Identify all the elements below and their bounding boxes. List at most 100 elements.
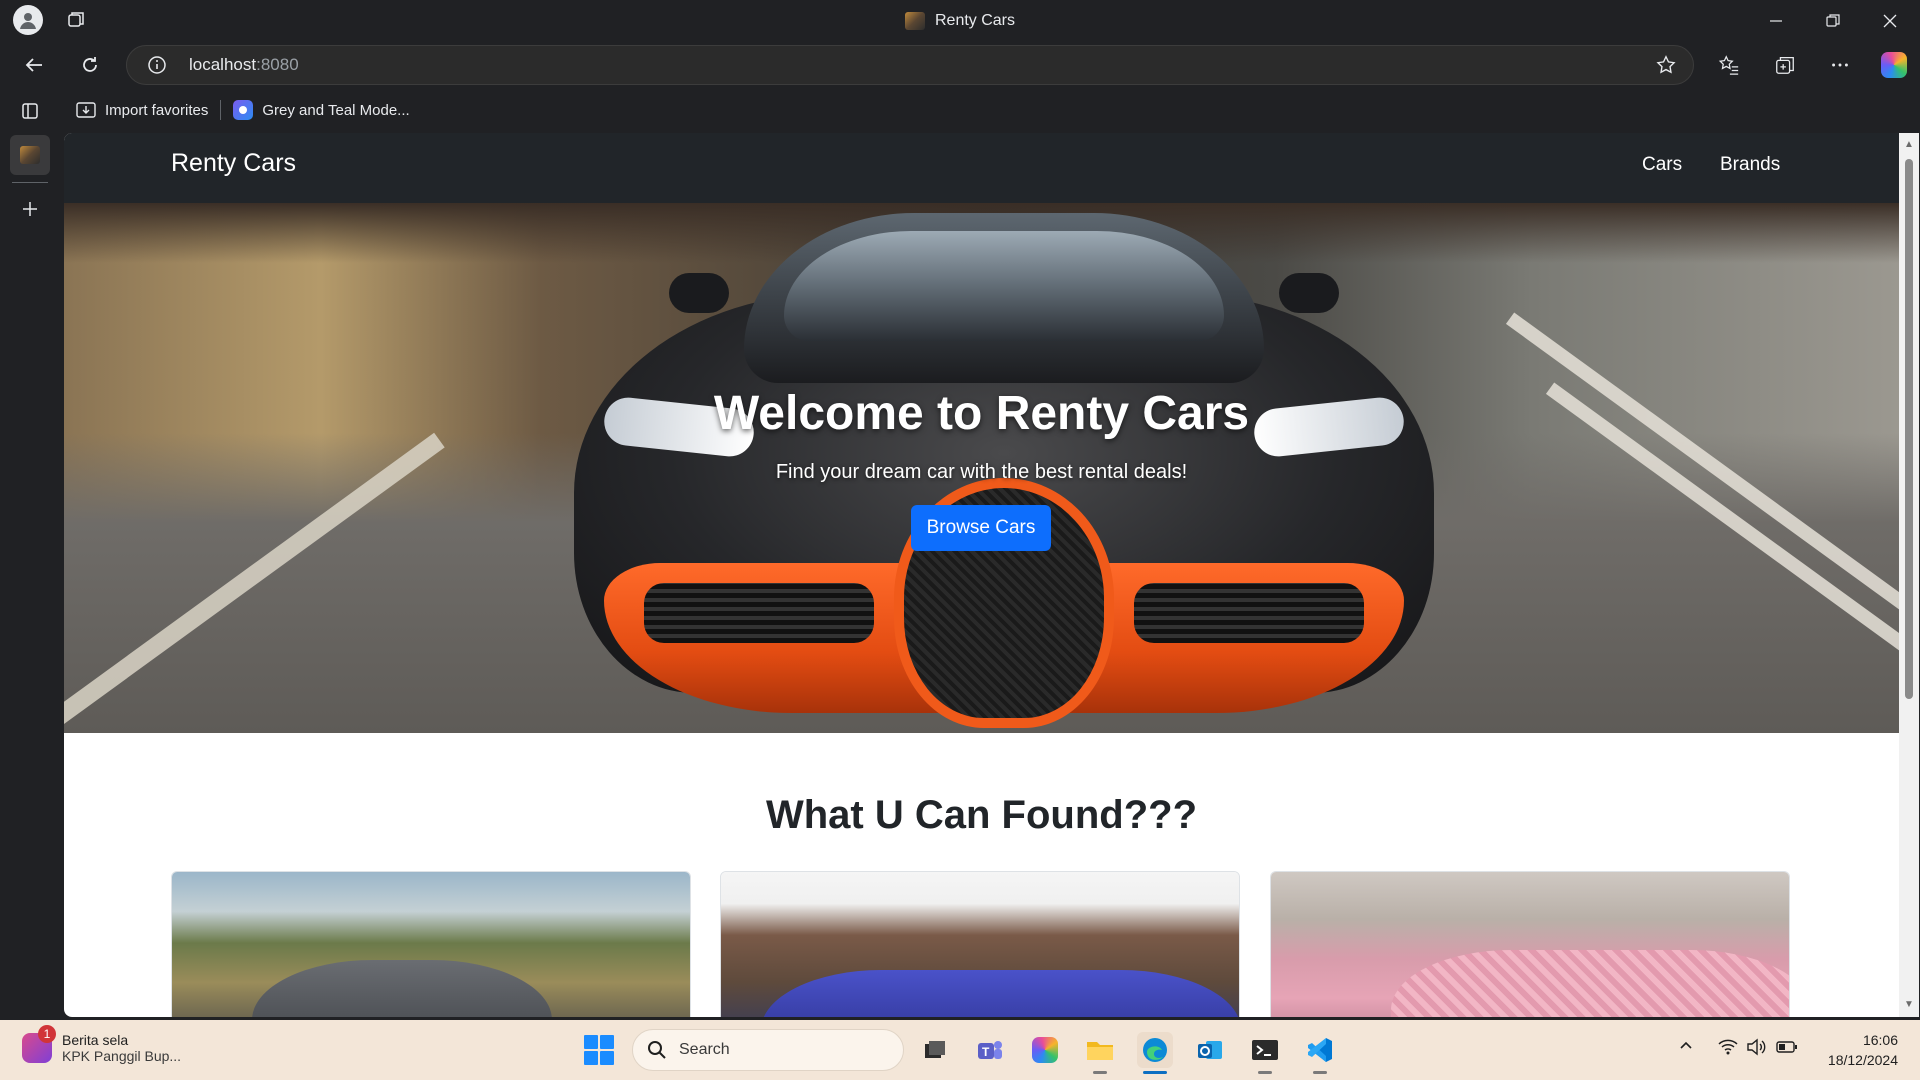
volume-button[interactable]: [1746, 1038, 1766, 1061]
nav-link-cars[interactable]: Cars: [1642, 154, 1682, 176]
refresh-icon: [83, 57, 97, 72]
car-thumbnail-shape: [252, 960, 552, 1017]
new-tab-button[interactable]: [10, 189, 50, 229]
chevron-up-icon: [1680, 1041, 1692, 1049]
teams-app[interactable]: T: [972, 1032, 1008, 1068]
car-thumbnail-shape: [761, 970, 1239, 1017]
car-card-image: [721, 872, 1239, 1017]
page-scrollbar[interactable]: ▲ ▼: [1899, 133, 1919, 1017]
taskbar-search[interactable]: Search: [632, 1029, 904, 1071]
start-button[interactable]: [584, 1035, 614, 1065]
more-menu-button[interactable]: [1818, 45, 1862, 85]
battery-button[interactable]: [1776, 1038, 1798, 1061]
copilot-button[interactable]: [1872, 45, 1916, 85]
grey-teal-mode-label: Grey and Teal Mode...: [262, 101, 410, 119]
car-card-image: [1271, 872, 1789, 1017]
speaker-icon: [1747, 1038, 1766, 1056]
outlook-app[interactable]: [1192, 1032, 1228, 1068]
edge-icon: [1143, 1038, 1167, 1062]
restore-icon: [1826, 13, 1840, 27]
scroll-down-icon[interactable]: ▼: [1903, 999, 1915, 1011]
wifi-button[interactable]: [1718, 1038, 1738, 1061]
favorites-button[interactable]: [1707, 45, 1751, 85]
running-indicator: [1093, 1071, 1107, 1074]
favorites-star-list-icon: [1718, 55, 1739, 75]
site-navbar: Renty Cars Cars Brands: [64, 133, 1899, 203]
section-title: What U Can Found???: [765, 793, 1197, 837]
wifi-icon: [1718, 1039, 1738, 1055]
terminal-icon: [1252, 1040, 1278, 1060]
more-dots-icon: [1832, 63, 1848, 67]
copilot-app[interactable]: [1027, 1032, 1063, 1068]
address-bar[interactable]: localhost:8080: [126, 45, 1694, 85]
tab-favicon: [20, 146, 40, 164]
close-icon: [1883, 14, 1897, 27]
import-favorites-link[interactable]: Import favorites: [64, 94, 220, 126]
extension-icon: [233, 100, 254, 120]
url-text: localhost:8080: [189, 55, 299, 75]
vscode-app[interactable]: [1302, 1032, 1338, 1068]
site-brand[interactable]: Renty Cars: [171, 149, 296, 178]
browser-titlebar: Renty Cars: [0, 0, 1920, 41]
svg-text:T: T: [982, 1045, 990, 1059]
scroll-up-icon[interactable]: ▲: [1903, 139, 1915, 151]
hero-banner: Welcome to Renty Cars Find your dream ca…: [64, 203, 1899, 733]
url-port: :8080: [256, 55, 299, 74]
system-clock[interactable]: 16:06 18/12/2024: [1828, 1030, 1898, 1070]
collections-icon: [1776, 57, 1794, 74]
grey-teal-mode-link[interactable]: Grey and Teal Mode...: [221, 94, 421, 126]
copilot-icon: [1881, 52, 1907, 78]
battery-icon: [1776, 1041, 1797, 1053]
file-explorer-app[interactable]: [1082, 1032, 1118, 1068]
close-window-button[interactable]: [1862, 0, 1918, 41]
teams-icon: T: [978, 1041, 1002, 1059]
tab-actions-icon: [22, 103, 38, 119]
search-icon: [648, 1041, 666, 1059]
news-text: Berita sela KPK Panggil Bup...: [62, 1032, 181, 1064]
car-card[interactable]: [171, 871, 691, 1017]
windows-logo-icon: [584, 1035, 598, 1049]
car-thumbnail-shape: [1391, 950, 1789, 1017]
page-viewport: Renty Cars Cars Brands Welcome to Renty …: [64, 133, 1919, 1017]
hero-title: Welcome to Renty Cars: [713, 387, 1250, 440]
clock-time: 16:06: [1862, 1032, 1898, 1048]
refresh-button[interactable]: [70, 45, 110, 85]
terminal-app[interactable]: [1247, 1032, 1283, 1068]
car-card[interactable]: [1270, 871, 1790, 1017]
news-widget[interactable]: 1 Berita sela KPK Panggil Bup...: [22, 1025, 181, 1064]
restore-button[interactable]: [1805, 0, 1861, 41]
nav-link-brands[interactable]: Brands: [1720, 154, 1780, 176]
active-indicator: [1143, 1071, 1167, 1074]
site-favicon: [904, 11, 925, 30]
back-button[interactable]: [14, 45, 54, 85]
tray-overflow-button[interactable]: [1678, 1038, 1694, 1059]
import-icon: [76, 102, 96, 118]
car-card-image: [172, 872, 690, 1017]
news-title: Berita sela: [62, 1032, 129, 1048]
minimize-button[interactable]: [1748, 0, 1804, 41]
copilot-app-icon: [1032, 1037, 1058, 1063]
url-host: localhost: [189, 55, 257, 74]
collections-button[interactable]: [1763, 45, 1807, 85]
site-info-button[interactable]: [135, 45, 179, 85]
window-title: Renty Cars: [0, 0, 1920, 41]
car-card[interactable]: [720, 871, 1240, 1017]
tab-actions-button[interactable]: [10, 91, 50, 131]
hero-subtitle: Find your dream car with the best rental…: [775, 461, 1188, 483]
browser-toolbar: localhost:8080: [0, 41, 1920, 89]
minimize-icon: [1770, 19, 1782, 22]
hero-content: Welcome to Renty Cars Find your dream ca…: [64, 203, 1899, 733]
scrollbar-thumb[interactable]: [1905, 159, 1913, 699]
import-favorites-label: Import favorites: [105, 101, 209, 119]
browse-cars-button[interactable]: Browse Cars: [911, 505, 1051, 551]
task-view-icon: [925, 1041, 945, 1058]
edge-app[interactable]: [1137, 1032, 1173, 1068]
search-label: Search: [679, 1041, 730, 1058]
folder-icon: [1087, 1042, 1113, 1060]
tab-renty-cars[interactable]: [10, 135, 50, 175]
task-view-button[interactable]: [917, 1032, 953, 1068]
add-favorite-button[interactable]: [1655, 54, 1677, 81]
news-headline: KPK Panggil Bup...: [62, 1048, 182, 1064]
notification-badge: 1: [38, 1025, 56, 1043]
taskbar: 1 Berita sela KPK Panggil Bup... Search …: [0, 1020, 1920, 1080]
